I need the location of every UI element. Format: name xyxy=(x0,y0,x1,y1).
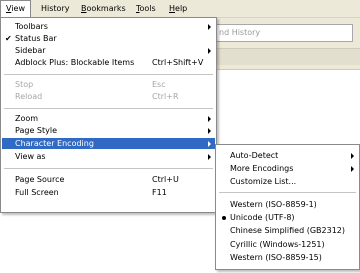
selected-radio-dot-icon xyxy=(222,216,226,220)
menu-separator xyxy=(4,74,213,75)
submenu-arrow-icon xyxy=(208,24,211,30)
menu-item-stop[interactable]: Stop Esc xyxy=(2,79,215,90)
menu-item-auto-detect[interactable]: Auto-Detect xyxy=(217,150,358,161)
menu-item-toolbars[interactable]: Toolbars xyxy=(2,21,215,32)
menu-tools[interactable]: Tools xyxy=(131,0,161,17)
menu-bookmarks[interactable]: Bookmarks xyxy=(76,0,131,17)
search-placeholder: nd History xyxy=(219,28,261,37)
menu-item-full-screen[interactable]: Full Screen F11 xyxy=(2,187,215,198)
menu-separator xyxy=(4,108,213,109)
menu-separator xyxy=(4,168,213,169)
encoding-item-western-iso-8859-15[interactable]: Western (ISO-8859-15) xyxy=(217,252,358,263)
submenu-arrow-icon xyxy=(208,154,211,160)
menu-help[interactable]: Help xyxy=(164,0,192,17)
menu-item-more-encodings[interactable]: More Encodings xyxy=(217,163,358,174)
menu-item-page-source[interactable]: Page Source Ctrl+U xyxy=(2,174,215,185)
encoding-item-western-iso-8859-1[interactable]: Western (ISO-8859-1) xyxy=(217,199,358,210)
encoding-item-chinese-simplified[interactable]: Chinese Simplified (GB2312) xyxy=(217,225,358,236)
submenu-arrow-icon xyxy=(208,141,211,147)
menu-item-zoom[interactable]: Zoom xyxy=(2,113,215,124)
browser-window: nd History View History Bookmarks Tools … xyxy=(0,0,360,273)
encoding-item-cyrillic-windows-1251[interactable]: Cyrillic (Windows-1251) xyxy=(217,239,358,250)
submenu-arrow-icon xyxy=(351,153,354,159)
menu-history[interactable]: History xyxy=(36,0,74,17)
menu-item-reload[interactable]: Reload Ctrl+R xyxy=(2,91,215,102)
checkmark-icon: ✔ xyxy=(5,34,12,43)
menu-bar: View History Bookmarks Tools Help xyxy=(0,0,360,18)
encoding-item-unicode-utf-8[interactable]: Unicode (UTF-8) xyxy=(217,212,358,223)
menu-item-status-bar[interactable]: ✔ Status Bar xyxy=(2,33,215,44)
menu-item-page-style[interactable]: Page Style xyxy=(2,125,215,136)
view-menu: Toolbars ✔ Status Bar Sidebar Adblock Pl… xyxy=(0,17,217,213)
character-encoding-submenu: Auto-Detect More Encodings Customize Lis… xyxy=(215,144,360,270)
submenu-arrow-icon xyxy=(208,128,211,134)
menu-item-view-as[interactable]: View as xyxy=(2,151,215,162)
menu-item-sidebar[interactable]: Sidebar xyxy=(2,45,215,56)
menu-item-adblock[interactable]: Adblock Plus: Blockable Items Ctrl+Shift… xyxy=(2,57,215,68)
search-input[interactable]: nd History xyxy=(213,24,353,42)
submenu-arrow-icon xyxy=(208,116,211,122)
submenu-arrow-icon xyxy=(208,48,211,54)
submenu-arrow-icon xyxy=(351,166,354,172)
menu-view[interactable]: View xyxy=(0,0,31,17)
tab-strip xyxy=(213,48,360,65)
menu-item-character-encoding[interactable]: Character Encoding xyxy=(2,138,215,149)
menu-item-customize-list[interactable]: Customize List... xyxy=(217,176,358,187)
menu-separator xyxy=(219,192,356,193)
